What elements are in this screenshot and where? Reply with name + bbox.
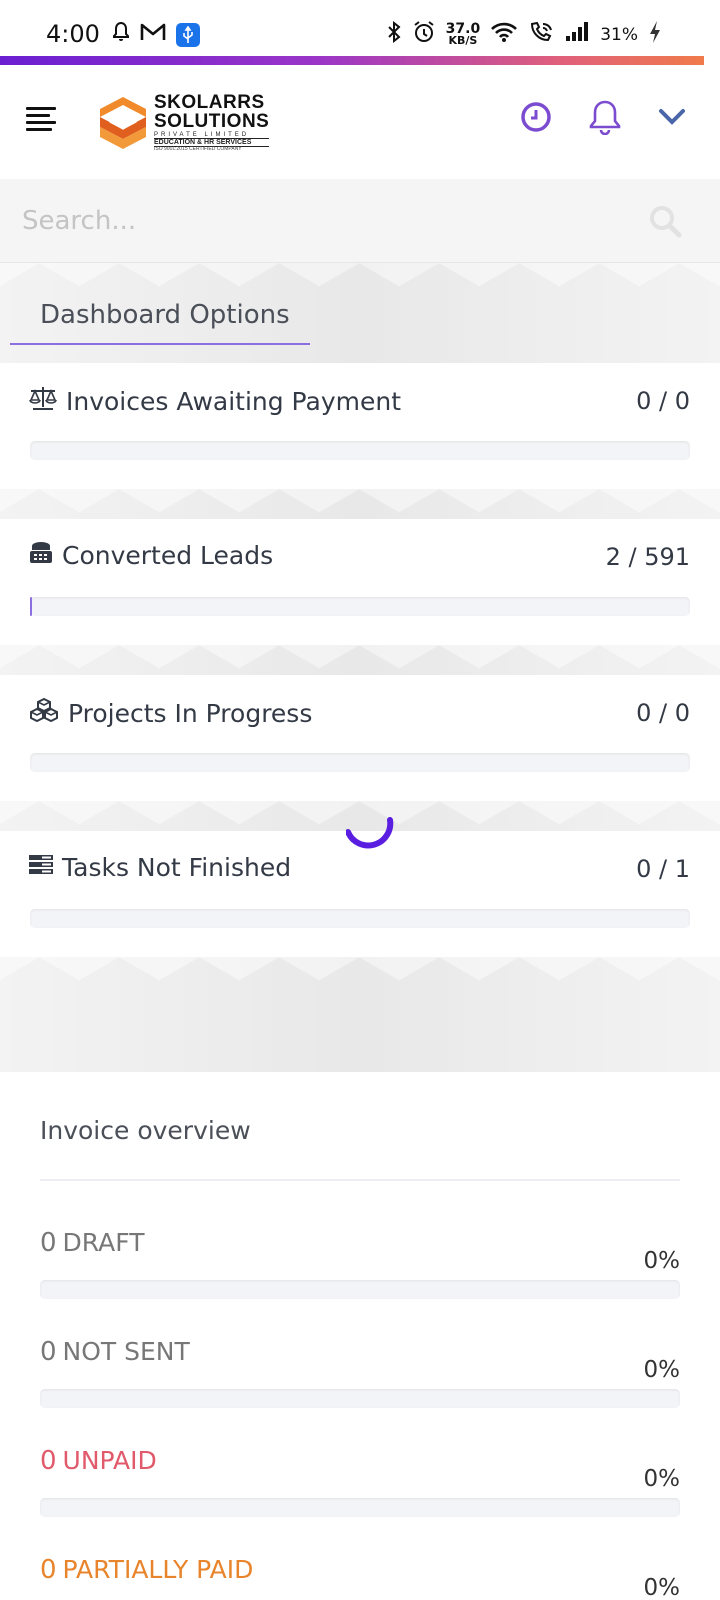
- overview-status: DRAFT: [62, 1228, 145, 1257]
- overview-count: 0: [40, 1337, 57, 1367]
- overview-percent: 0%: [643, 1466, 681, 1492]
- overview-percent: 0%: [643, 1357, 681, 1383]
- card-count: 0 / 1: [636, 855, 690, 883]
- charging-icon: [648, 20, 662, 49]
- overview-label: 0 UNPAID: [40, 1446, 157, 1476]
- tab-label: Dashboard Options: [40, 300, 290, 330]
- overview-status: NOT SENT: [62, 1337, 190, 1366]
- signal-icon: [564, 21, 590, 48]
- invoice-overview-panel: Invoice overview 0 DRAFT 0% 0 NOT SENT 0% …: [0, 1072, 720, 1600]
- progress-bar: [40, 1280, 680, 1299]
- overview-label: 0 PARTIALLY PAID: [40, 1555, 253, 1585]
- stat-card-projects[interactable]: Projects In Progress 0 / 0: [0, 675, 720, 801]
- overview-percent: 0%: [643, 1248, 681, 1274]
- progress-bar: [40, 1498, 680, 1517]
- cubes-icon: [28, 697, 60, 729]
- overview-status: PARTIALLY PAID: [62, 1555, 254, 1584]
- divider: [40, 1179, 680, 1181]
- progress-bar: [40, 1389, 680, 1408]
- logo-mark-icon: [100, 96, 146, 149]
- net-speed: 37.0 KB/S: [445, 20, 481, 47]
- overview-count: 0: [40, 1446, 57, 1476]
- overview-status: UNPAID: [62, 1446, 157, 1475]
- progress-bar: [30, 441, 690, 460]
- accent-gradient-bar: [0, 56, 704, 65]
- logo-line-5: ISO 9001:2015 CERTIFIED COMPANY: [154, 146, 242, 152]
- logo-line-1: SKOLARRS: [154, 92, 265, 113]
- card-count: 0 / 0: [636, 699, 690, 727]
- overview-row-unpaid[interactable]: 0 UNPAID 0%: [40, 1446, 680, 1526]
- progress-bar: [30, 597, 690, 616]
- overview-row-draft[interactable]: 0 DRAFT 0%: [40, 1228, 680, 1308]
- card-count: 0 / 0: [636, 387, 690, 415]
- status-bar: 4:00 37.0 KB/S 31%: [0, 0, 720, 56]
- wifi-icon: [490, 21, 518, 48]
- card-separator: [0, 489, 720, 519]
- company-logo[interactable]: SKOLARRS SOLUTIONS PRIVATE LIMITED EDUCA…: [98, 92, 270, 152]
- overview-row-partially-paid[interactable]: 0 PARTIALLY PAID 0%: [40, 1555, 680, 1600]
- app-header: SKOLARRS SOLUTIONS PRIVATE LIMITED EDUCA…: [0, 65, 720, 179]
- progress-bar: [30, 753, 690, 772]
- section-title: Invoice overview: [40, 1116, 251, 1145]
- tab-dashboard-options[interactable]: Dashboard Options: [10, 290, 310, 345]
- balance-scale-icon: [28, 385, 58, 417]
- logo-line-2: SOLUTIONS: [154, 111, 270, 132]
- menu-icon[interactable]: [26, 107, 56, 131]
- overview-count: 0: [40, 1555, 57, 1585]
- overview-percent: 0%: [643, 1575, 681, 1600]
- wifi-call-icon: [528, 21, 554, 48]
- card-title: Tasks Not Finished: [62, 853, 292, 882]
- notification-bell-icon[interactable]: [588, 99, 622, 140]
- tasks-icon: [28, 853, 54, 882]
- card-title: Invoices Awaiting Payment: [66, 386, 402, 416]
- bell-icon: [112, 21, 130, 47]
- chevron-down-icon[interactable]: [658, 107, 686, 132]
- card-count: 2 / 591: [605, 543, 690, 571]
- battery-percent: 31%: [600, 24, 638, 45]
- stat-card-invoices[interactable]: Invoices Awaiting Payment 0 / 0: [0, 363, 720, 489]
- fax-icon: [28, 541, 54, 570]
- loading-spinner-icon: [345, 790, 402, 855]
- overview-label: 0 DRAFT: [40, 1228, 144, 1258]
- card-title: Converted Leads: [62, 541, 274, 570]
- alarm-icon: [412, 20, 436, 49]
- status-time: 4:00: [46, 20, 100, 48]
- progress-bar: [30, 909, 690, 928]
- section-separator: [0, 957, 720, 1072]
- card-separator: [0, 645, 720, 675]
- search-icon[interactable]: [648, 204, 682, 243]
- bluetooth-icon: [386, 20, 402, 48]
- overview-count: 0: [40, 1228, 57, 1258]
- usb-icon: [176, 22, 200, 47]
- overview-row-not-sent[interactable]: 0 NOT SENT 0%: [40, 1337, 680, 1417]
- search-bar: [0, 179, 720, 263]
- stat-card-leads[interactable]: Converted Leads 2 / 591: [0, 519, 720, 645]
- overview-label: 0 NOT SENT: [40, 1337, 190, 1367]
- gmail-icon: [140, 22, 166, 47]
- card-title: Projects In Progress: [68, 698, 313, 728]
- search-input[interactable]: [22, 199, 602, 243]
- clock-icon[interactable]: [520, 101, 552, 138]
